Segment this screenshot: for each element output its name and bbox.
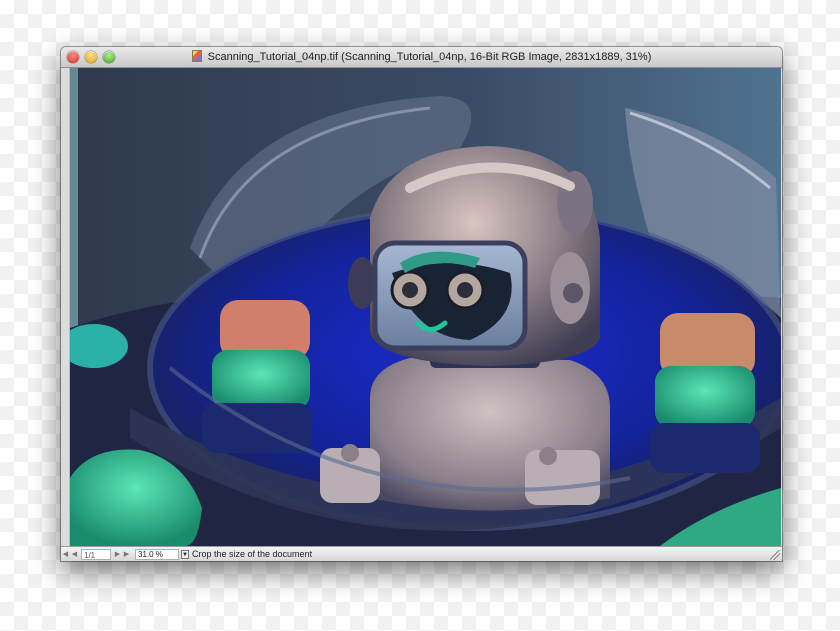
document-icon (191, 50, 202, 62)
inverted-photo (70, 68, 781, 546)
title-bar[interactable]: Scanning_Tutorial_04np.tif (Scanning_Tut… (61, 47, 782, 68)
resize-grip-icon[interactable] (770, 550, 780, 560)
document-window: Scanning_Tutorial_04np.tif (Scanning_Tut… (61, 47, 782, 561)
image-canvas[interactable] (69, 68, 781, 546)
status-bar: ◀ ◀ 1/1 ▶ ▶ 31.0 % ▼ Crop the size of th… (61, 546, 782, 561)
previous-page-button[interactable]: ◀ (70, 548, 79, 560)
page-field[interactable]: 1/1 (81, 548, 111, 560)
window-title: Scanning_Tutorial_04np.tif (Scanning_Tut… (207, 51, 652, 63)
next-page-button[interactable]: ▶ (113, 548, 122, 560)
zoom-field[interactable]: 31.0 % (135, 548, 179, 560)
window-title-wrapper: Scanning_Tutorial_04np.tif (Scanning_Tut… (61, 50, 782, 63)
first-page-button[interactable]: ◀ (61, 548, 70, 560)
last-page-button[interactable]: ▶ (122, 548, 131, 560)
status-text: Crop the size of the document (192, 549, 313, 559)
status-menu-arrow-icon[interactable]: ▼ (181, 549, 189, 559)
